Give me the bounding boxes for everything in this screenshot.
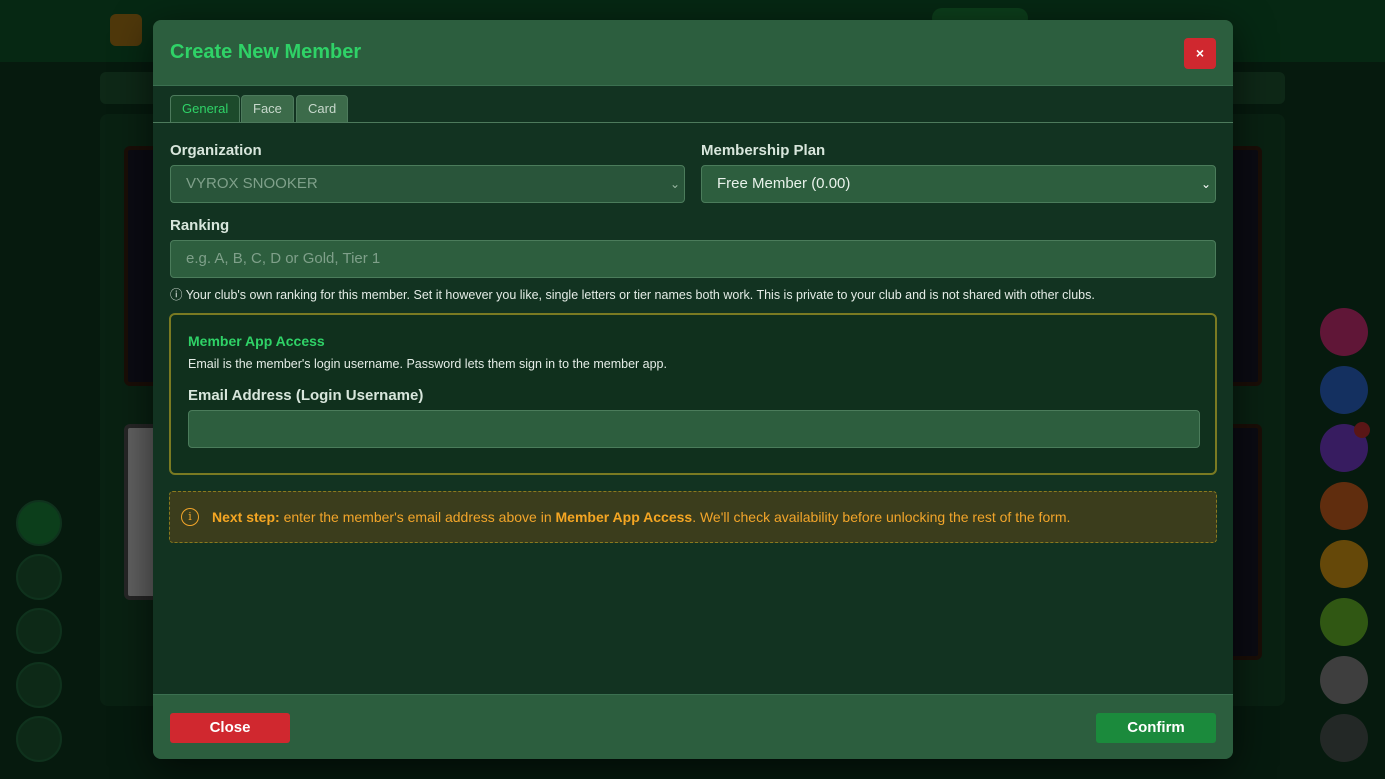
tab-card[interactable]: Card — [296, 95, 349, 123]
ranking-help-text: ⓘ Your club's own ranking for this membe… — [170, 288, 1095, 302]
tab-face[interactable]: Face — [241, 95, 294, 123]
confirm-button[interactable]: Confirm — [1096, 713, 1216, 743]
close-button[interactable]: Close — [170, 713, 290, 743]
tab-general[interactable]: General — [170, 95, 241, 123]
member-app-access-title: Member App Access — [188, 333, 325, 349]
email-label: Email Address (Login Username) — [188, 387, 424, 404]
membership-plan-value: Free Member (0.00) — [717, 175, 851, 192]
ranking-placeholder: e.g. A, B, C, D or Gold, Tier 1 — [186, 250, 381, 267]
modal-header: Create New Member × — [153, 20, 1233, 86]
email-field[interactable] — [188, 410, 1200, 448]
modal-title: Create New Member — [170, 41, 362, 63]
create-member-modal: Create New Member × General Face Card Or… — [153, 20, 1233, 759]
notice-lead: Next step: — [212, 509, 280, 525]
ranking-label: Ranking — [170, 217, 230, 234]
chevron-down-icon: ⌄ — [669, 177, 680, 191]
organization-label: Organization — [170, 142, 262, 159]
member-app-access-description: Email is the member's login username. Pa… — [188, 357, 667, 371]
membership-plan-select[interactable]: Free Member (0.00) ⌄ — [701, 165, 1216, 203]
notice-text: Next step: enter the member's email addr… — [212, 509, 1070, 525]
tab-bar: General Face Card — [153, 86, 1233, 123]
close-icon[interactable]: × — [1184, 38, 1216, 69]
member-app-access-section: Member App Access Email is the member's … — [169, 313, 1217, 475]
notice-text-before: enter the member's email address above i… — [279, 509, 556, 525]
next-step-notice: i Next step: enter the member's email ad… — [169, 491, 1217, 543]
organization-select: VYROX SNOOKER ⌄ — [170, 165, 685, 203]
membership-plan-label: Membership Plan — [701, 142, 826, 159]
ranking-input[interactable]: e.g. A, B, C, D or Gold, Tier 1 — [170, 240, 1216, 278]
modal-footer: Close Confirm — [153, 694, 1233, 759]
chevron-down-icon: ⌄ — [1200, 177, 1211, 191]
notice-text-after: . We'll check availability before unlock… — [692, 509, 1071, 525]
organization-value: VYROX SNOOKER — [186, 175, 318, 192]
info-icon: i — [181, 508, 199, 526]
notice-highlight: Member App Access — [555, 509, 693, 525]
